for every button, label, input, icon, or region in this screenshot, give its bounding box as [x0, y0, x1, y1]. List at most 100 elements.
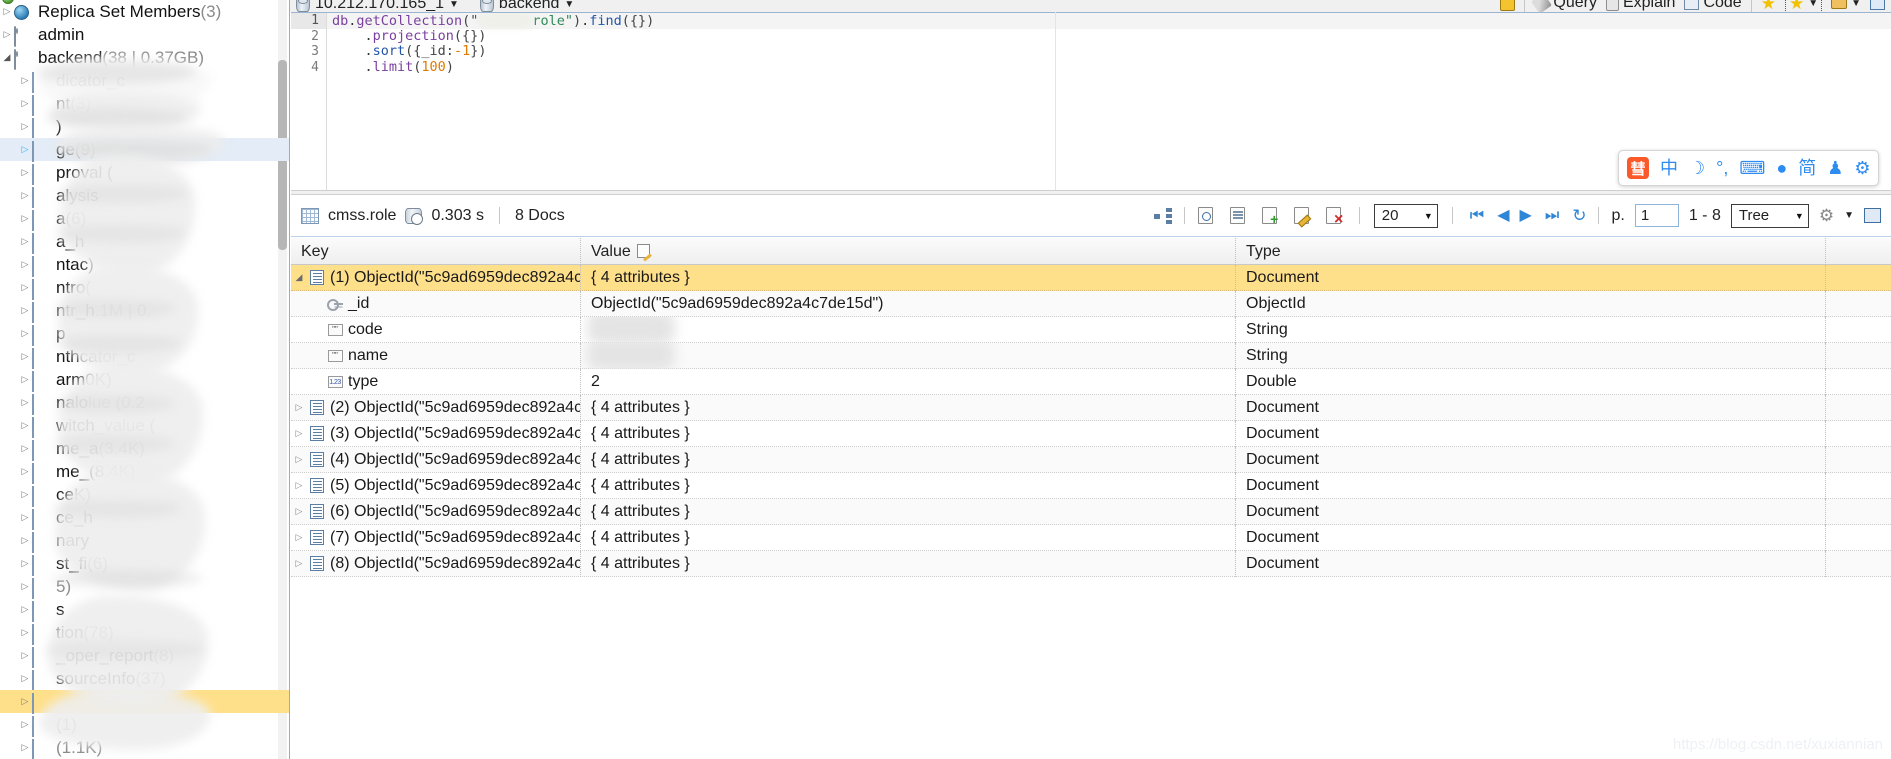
chevron-down-icon[interactable]: ▼: [1808, 0, 1818, 9]
table-row[interactable]: ▷ (4) ObjectId("5c9ad6959dec892a4c7de15a"…: [291, 446, 1891, 473]
add-document-button[interactable]: [1259, 205, 1281, 226]
expand-toggle-icon[interactable]: ▷: [291, 480, 307, 491]
expand-toggle-icon[interactable]: ▷: [18, 161, 32, 184]
cell-value[interactable]: { 4 attributes }: [581, 394, 1236, 421]
popout-icon[interactable]: [1870, 0, 1885, 10]
tree-item[interactable]: ▷ (1): [0, 713, 289, 737]
expand-toggle-icon[interactable]: ▷: [18, 552, 32, 575]
tree-item[interactable]: ▷ p: [0, 322, 289, 346]
refresh-icon[interactable]: ↻: [1572, 206, 1586, 226]
ime-moon-icon[interactable]: ☽: [1689, 159, 1705, 177]
table-row[interactable]: 1.23 type 2 Double: [291, 368, 1891, 395]
expand-toggle-icon[interactable]: ▷: [291, 558, 307, 569]
expand-toggle-icon[interactable]: ▷: [18, 207, 32, 230]
table-row[interactable]: "" name String: [291, 342, 1891, 369]
cell-key[interactable]: ▷ (3) ObjectId("5c9ad6959dec892a4c7de15b"…: [291, 420, 581, 447]
expand-toggle-icon[interactable]: ▷: [18, 391, 32, 414]
expand-toggle-icon[interactable]: ▷: [291, 402, 307, 413]
query-button[interactable]: Query: [1531, 0, 1597, 14]
tree-item[interactable]: ▷): [0, 115, 289, 139]
table-row[interactable]: ▷ (7) ObjectId("5c9ad6959dec892a4c7de157"…: [291, 524, 1891, 551]
cell-key[interactable]: ▷ (8) ObjectId("5c9ad6959dec892a4c7de156"…: [291, 550, 581, 577]
tree-item[interactable]: ▷ witch _value (: [0, 414, 289, 438]
table-body[interactable]: ◢ (1) ObjectId("5c9ad6959dec892a4c7de15d"…: [291, 264, 1891, 577]
results-toolbar[interactable]: cmss.role 0.303 s 8 Docs 20 ▼ ⏮ ◀ ▶ ⏭ ↻: [291, 195, 1891, 237]
cell-key[interactable]: ▷ (2) ObjectId("5c9ad6959dec892a4c7de15c"…: [291, 394, 581, 421]
tree-item[interactable]: ▷ ce_h: [0, 506, 289, 530]
cell-key[interactable]: "" code: [291, 316, 581, 343]
ime-logo-icon[interactable]: 彗: [1627, 157, 1649, 179]
table-row[interactable]: ▷ (2) ObjectId("5c9ad6959dec892a4c7de15c"…: [291, 394, 1891, 421]
edit-document-button[interactable]: [1291, 205, 1313, 226]
expand-toggle-icon[interactable]: ◢: [291, 272, 307, 283]
table-row[interactable]: ▷ (8) ObjectId("5c9ad6959dec892a4c7de156"…: [291, 550, 1891, 577]
cell-key[interactable]: _id: [291, 290, 581, 317]
tree-item[interactable]: ▷ tion (78): [0, 621, 289, 645]
gear-icon[interactable]: ⚙: [1819, 207, 1834, 224]
column-header-value[interactable]: Value: [581, 238, 1236, 265]
cell-key[interactable]: "" name: [291, 342, 581, 369]
tree-item[interactable]: ▷ st_fi (6): [0, 552, 289, 576]
tree-item[interactable]: ▷ me_ (8.4K): [0, 460, 289, 484]
expand-toggle-icon[interactable]: ▷: [18, 115, 32, 138]
expand-toggle-icon[interactable]: ▷: [18, 322, 32, 345]
expand-toggle-icon[interactable]: ▷: [0, 23, 14, 46]
tree-item[interactable]: ▷ 5): [0, 575, 289, 599]
expand-toggle-icon[interactable]: ▷: [18, 437, 32, 460]
ime-simplified-icon[interactable]: 简: [1798, 159, 1816, 177]
tree-item[interactable]: ▷ s: [0, 598, 289, 622]
tree-item[interactable]: ▷ alysis: [0, 184, 289, 208]
table-row[interactable]: ▷ (5) ObjectId("5c9ad6959dec892a4c7de159"…: [291, 472, 1891, 499]
last-page-button[interactable]: ⏭: [1542, 207, 1562, 224]
expand-toggle-icon[interactable]: ▷: [18, 184, 32, 207]
cell-value[interactable]: { 4 attributes }: [581, 524, 1236, 551]
table-row[interactable]: ◢ (1) ObjectId("5c9ad6959dec892a4c7de15d"…: [291, 264, 1891, 291]
tree-item[interactable]: ▷ nt (3): [0, 92, 289, 116]
tree-item[interactable]: ▷ admin: [0, 23, 289, 47]
expand-toggle-icon[interactable]: ▷: [18, 667, 32, 690]
code-line[interactable]: .limit(100): [327, 59, 1891, 76]
ime-settings-icon[interactable]: ⚙: [1854, 159, 1870, 177]
tree-item[interactable]: ▷ me_a (3.4K): [0, 437, 289, 461]
cell-key[interactable]: ▷ (7) ObjectId("5c9ad6959dec892a4c7de157"…: [291, 524, 581, 551]
favorites-dropdown[interactable]: ★ ▼: [1784, 0, 1823, 13]
tree-item[interactable]: ▷ a_h: [0, 230, 289, 254]
cell-value[interactable]: { 4 attributes }: [581, 264, 1236, 291]
cell-value[interactable]: ObjectId("5c9ad6959dec892a4c7de15d"): [581, 290, 1236, 317]
tree-item[interactable]: ▷ proval (: [0, 161, 289, 185]
ime-user-icon[interactable]: ●: [1776, 159, 1787, 177]
ime-keyboard-icon[interactable]: ⌨: [1739, 159, 1765, 177]
schema-tree-button[interactable]: [1152, 205, 1174, 226]
next-page-button[interactable]: ▶: [1520, 207, 1532, 224]
table-row[interactable]: ▷ (6) ObjectId("5c9ad6959dec892a4c7de158"…: [291, 498, 1891, 525]
expand-toggle-icon[interactable]: ▷: [18, 621, 32, 644]
cell-key[interactable]: 1.23 type: [291, 368, 581, 395]
view-mode-select[interactable]: Tree ▼: [1730, 203, 1809, 228]
ime-skin-icon[interactable]: ♟: [1827, 159, 1843, 177]
first-page-button[interactable]: ⏮: [1467, 207, 1487, 224]
expand-toggle-icon[interactable]: ▷: [18, 276, 32, 299]
expand-toggle-icon[interactable]: ▷: [18, 92, 32, 115]
cell-value[interactable]: { 4 attributes }: [581, 550, 1236, 577]
tree-item[interactable]: ▷ arm 0K): [0, 368, 289, 392]
expand-toggle-icon[interactable]: ▷: [291, 506, 307, 517]
document-icon[interactable]: [1500, 0, 1516, 11]
code-line[interactable]: .sort({_id:-1}): [327, 43, 1891, 60]
chevron-down-icon[interactable]: ▼: [564, 0, 574, 10]
expand-toggle-icon[interactable]: ▷: [18, 644, 32, 667]
expand-toggle-icon[interactable]: ▷: [291, 428, 307, 439]
add-favorite-icon[interactable]: ★: [1761, 0, 1776, 12]
tree-item[interactable]: ▷ ntr_h .1M | 0.: [0, 299, 289, 323]
tree-item[interactable]: ▷ sourceInfo (37): [0, 667, 289, 691]
ime-floating-toolbar[interactable]: 彗 中 ☽ °, ⌨ ● 简 ♟ ⚙: [1618, 150, 1880, 186]
cell-key[interactable]: ▷ (5) ObjectId("5c9ad6959dec892a4c7de159"…: [291, 472, 581, 499]
page-size-select[interactable]: 20 ▼: [1373, 203, 1438, 228]
expand-toggle-icon[interactable]: ▷: [291, 454, 307, 465]
expand-toggle-icon[interactable]: ▷: [18, 690, 32, 713]
cell-key[interactable]: ◢ (1) ObjectId("5c9ad6959dec892a4c7de15d"…: [291, 264, 581, 291]
cell-value[interactable]: { 4 attributes }: [581, 446, 1236, 473]
tree-item[interactable]: ▷ Replica Set Members (3): [0, 0, 289, 23]
expand-toggle-icon[interactable]: ▷: [18, 253, 32, 276]
cell-value[interactable]: { 4 attributes }: [581, 420, 1236, 447]
chevron-down-icon[interactable]: ▼: [1844, 210, 1854, 221]
